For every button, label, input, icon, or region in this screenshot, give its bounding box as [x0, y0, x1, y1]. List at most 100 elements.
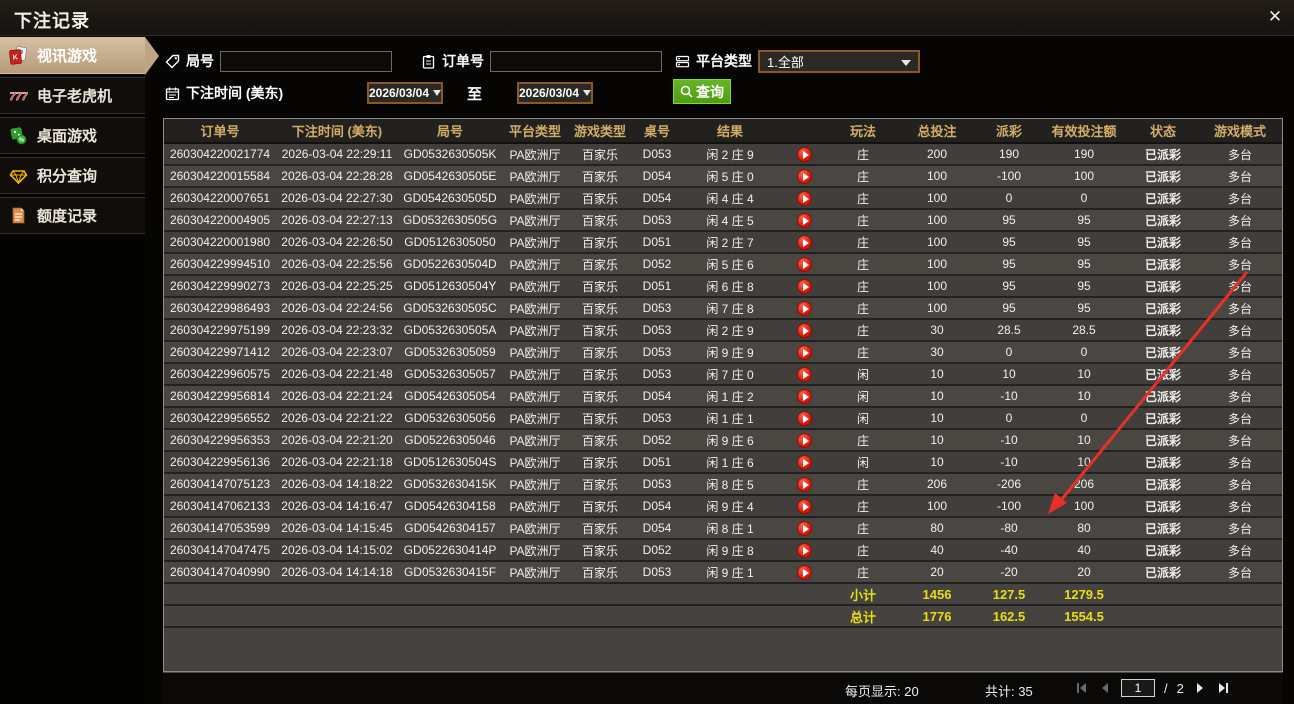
- sidebar-item-label: 视讯游戏: [37, 48, 98, 65]
- chevron-down-icon: [433, 90, 442, 96]
- order-input[interactable]: [490, 50, 662, 72]
- cell-payout: 95: [978, 297, 1040, 320]
- replay-play-icon[interactable]: [796, 454, 812, 470]
- date-to-picker[interactable]: 2026/03/04: [517, 82, 593, 104]
- cell-status: 已派彩: [1128, 341, 1198, 364]
- cell-total-bet: 100: [896, 209, 978, 232]
- replay-play-icon[interactable]: [796, 190, 812, 206]
- cell-platform-type: PA欧洲厅: [502, 429, 568, 452]
- cell-status: 已派彩: [1128, 319, 1198, 342]
- cell-round-no: GD0512630504Y: [398, 275, 502, 298]
- replay-play-icon[interactable]: [796, 476, 812, 492]
- cell-payout: -10: [978, 429, 1040, 452]
- cell-total-bet: 100: [896, 495, 978, 518]
- cell-bet-side: 庄: [830, 143, 896, 166]
- cell-table-no: D053: [632, 209, 682, 232]
- round-input[interactable]: [220, 50, 392, 72]
- cell-total-bet: 80: [896, 517, 978, 540]
- date-to-group: 2026/03/04: [517, 81, 593, 105]
- cell-replay: [778, 407, 830, 430]
- subtotal-row: 小计 1456 127.5 1279.5: [164, 583, 1282, 606]
- table-row: 260304229956353 2026-03-04 22:21:20 GD0522…: [164, 429, 1282, 452]
- page-number-input[interactable]: 1: [1121, 679, 1155, 697]
- replay-play-icon[interactable]: [796, 432, 812, 448]
- replay-play-icon[interactable]: [796, 520, 812, 536]
- table-row: 260304229986493 2026-03-04 22:24:56 GD0532…: [164, 297, 1282, 320]
- replay-play-icon[interactable]: [796, 146, 812, 162]
- sidebar-item-label: 桌面游戏: [37, 128, 98, 145]
- replay-play-icon[interactable]: [796, 168, 812, 184]
- cell-table-no: D053: [632, 341, 682, 364]
- previous-page-icon[interactable]: [1098, 681, 1112, 695]
- cell-game-type: 百家乐: [568, 473, 632, 496]
- cell-round-no: GD05326305057: [398, 363, 502, 386]
- cell-payout: 95: [978, 253, 1040, 276]
- replay-play-icon[interactable]: [796, 256, 812, 272]
- table-row: 260304147040990 2026-03-04 14:14:18 GD0532…: [164, 561, 1282, 584]
- replay-play-icon[interactable]: [796, 278, 812, 294]
- subtotal-valid-bet: 1279.5: [1040, 583, 1128, 606]
- diamond-icon: [9, 166, 28, 185]
- cell-round-no: GD05426305054: [398, 385, 502, 408]
- cell-total-bet: 206: [896, 473, 978, 496]
- cell-result: 闲 8 庄 1: [682, 517, 778, 540]
- replay-play-icon[interactable]: [796, 564, 812, 580]
- cell-platform-type: PA欧洲厅: [502, 143, 568, 166]
- cell-platform-type: PA欧洲厅: [502, 561, 568, 584]
- pagination-bar: 每页显示: 20 共计: 35 1 / 2: [163, 672, 1283, 704]
- cell-platform-type: PA欧洲厅: [502, 341, 568, 364]
- cell-game-type: 百家乐: [568, 451, 632, 474]
- cell-game-mode: 多台: [1198, 429, 1282, 452]
- cell-platform-type: PA欧洲厅: [502, 209, 568, 232]
- cell-table-no: D054: [632, 385, 682, 408]
- replay-play-icon[interactable]: [796, 542, 812, 558]
- next-page-icon[interactable]: [1193, 681, 1207, 695]
- replay-play-icon[interactable]: [796, 388, 812, 404]
- replay-play-icon[interactable]: [796, 344, 812, 360]
- cell-round-no: GD0522630504D: [398, 253, 502, 276]
- table-body: 260304220021774 2026-03-04 22:29:11 GD0532…: [164, 143, 1282, 584]
- cell-status: 已派彩: [1128, 165, 1198, 188]
- column-header-replay: [778, 119, 830, 144]
- chevron-down-icon: [583, 90, 592, 96]
- last-page-icon[interactable]: [1216, 681, 1230, 695]
- per-page-info: 每页显示: 20: [845, 681, 919, 700]
- cell-bet-time: 2026-03-04 14:16:47: [276, 495, 398, 518]
- cell-order-no: 260304229956136: [164, 451, 276, 474]
- total-pages: 2: [1176, 680, 1184, 696]
- cell-bet-side: 庄: [830, 253, 896, 276]
- replay-play-icon[interactable]: [796, 366, 812, 382]
- replay-play-icon[interactable]: [796, 212, 812, 228]
- replay-play-icon[interactable]: [796, 234, 812, 250]
- cell-payout: 190: [978, 143, 1040, 166]
- date-to-value: 2026/03/04: [518, 86, 580, 100]
- first-page-icon[interactable]: [1075, 681, 1089, 695]
- cell-bet-side: 庄: [830, 297, 896, 320]
- close-icon[interactable]: ✕: [1264, 6, 1286, 28]
- replay-play-icon[interactable]: [796, 498, 812, 514]
- cell-platform-type: PA欧洲厅: [502, 231, 568, 254]
- cell-table-no: D053: [632, 319, 682, 342]
- replay-play-icon[interactable]: [796, 322, 812, 338]
- sidebar-item-table-games[interactable]: % 桌面游戏: [0, 117, 145, 154]
- sidebar-item-video-games[interactable]: 9 K 视讯游戏: [0, 37, 159, 75]
- svg-text:%: %: [19, 138, 24, 144]
- cell-status: 已派彩: [1128, 473, 1198, 496]
- platform-select[interactable]: 1.全部: [758, 49, 920, 73]
- cell-order-no: 260304229956814: [164, 385, 276, 408]
- sidebar-item-points[interactable]: 积分查询: [0, 157, 145, 194]
- cell-replay: [778, 517, 830, 540]
- cell-result: 闲 8 庄 5: [682, 473, 778, 496]
- date-from-picker[interactable]: 2026/03/04: [367, 82, 443, 104]
- query-button[interactable]: 查询: [673, 79, 731, 104]
- date-from-group: 2026/03/04: [367, 81, 443, 105]
- cell-status: 已派彩: [1128, 539, 1198, 562]
- cell-game-type: 百家乐: [568, 561, 632, 584]
- replay-play-icon[interactable]: [796, 300, 812, 316]
- cell-replay: [778, 187, 830, 210]
- sidebar-item-slots[interactable]: 777 电子老虎机: [0, 77, 145, 114]
- sidebar-item-quota[interactable]: 额度记录: [0, 197, 145, 234]
- cell-game-type: 百家乐: [568, 429, 632, 452]
- replay-play-icon[interactable]: [796, 410, 812, 426]
- grand-total-spacer-end: [1128, 605, 1282, 628]
